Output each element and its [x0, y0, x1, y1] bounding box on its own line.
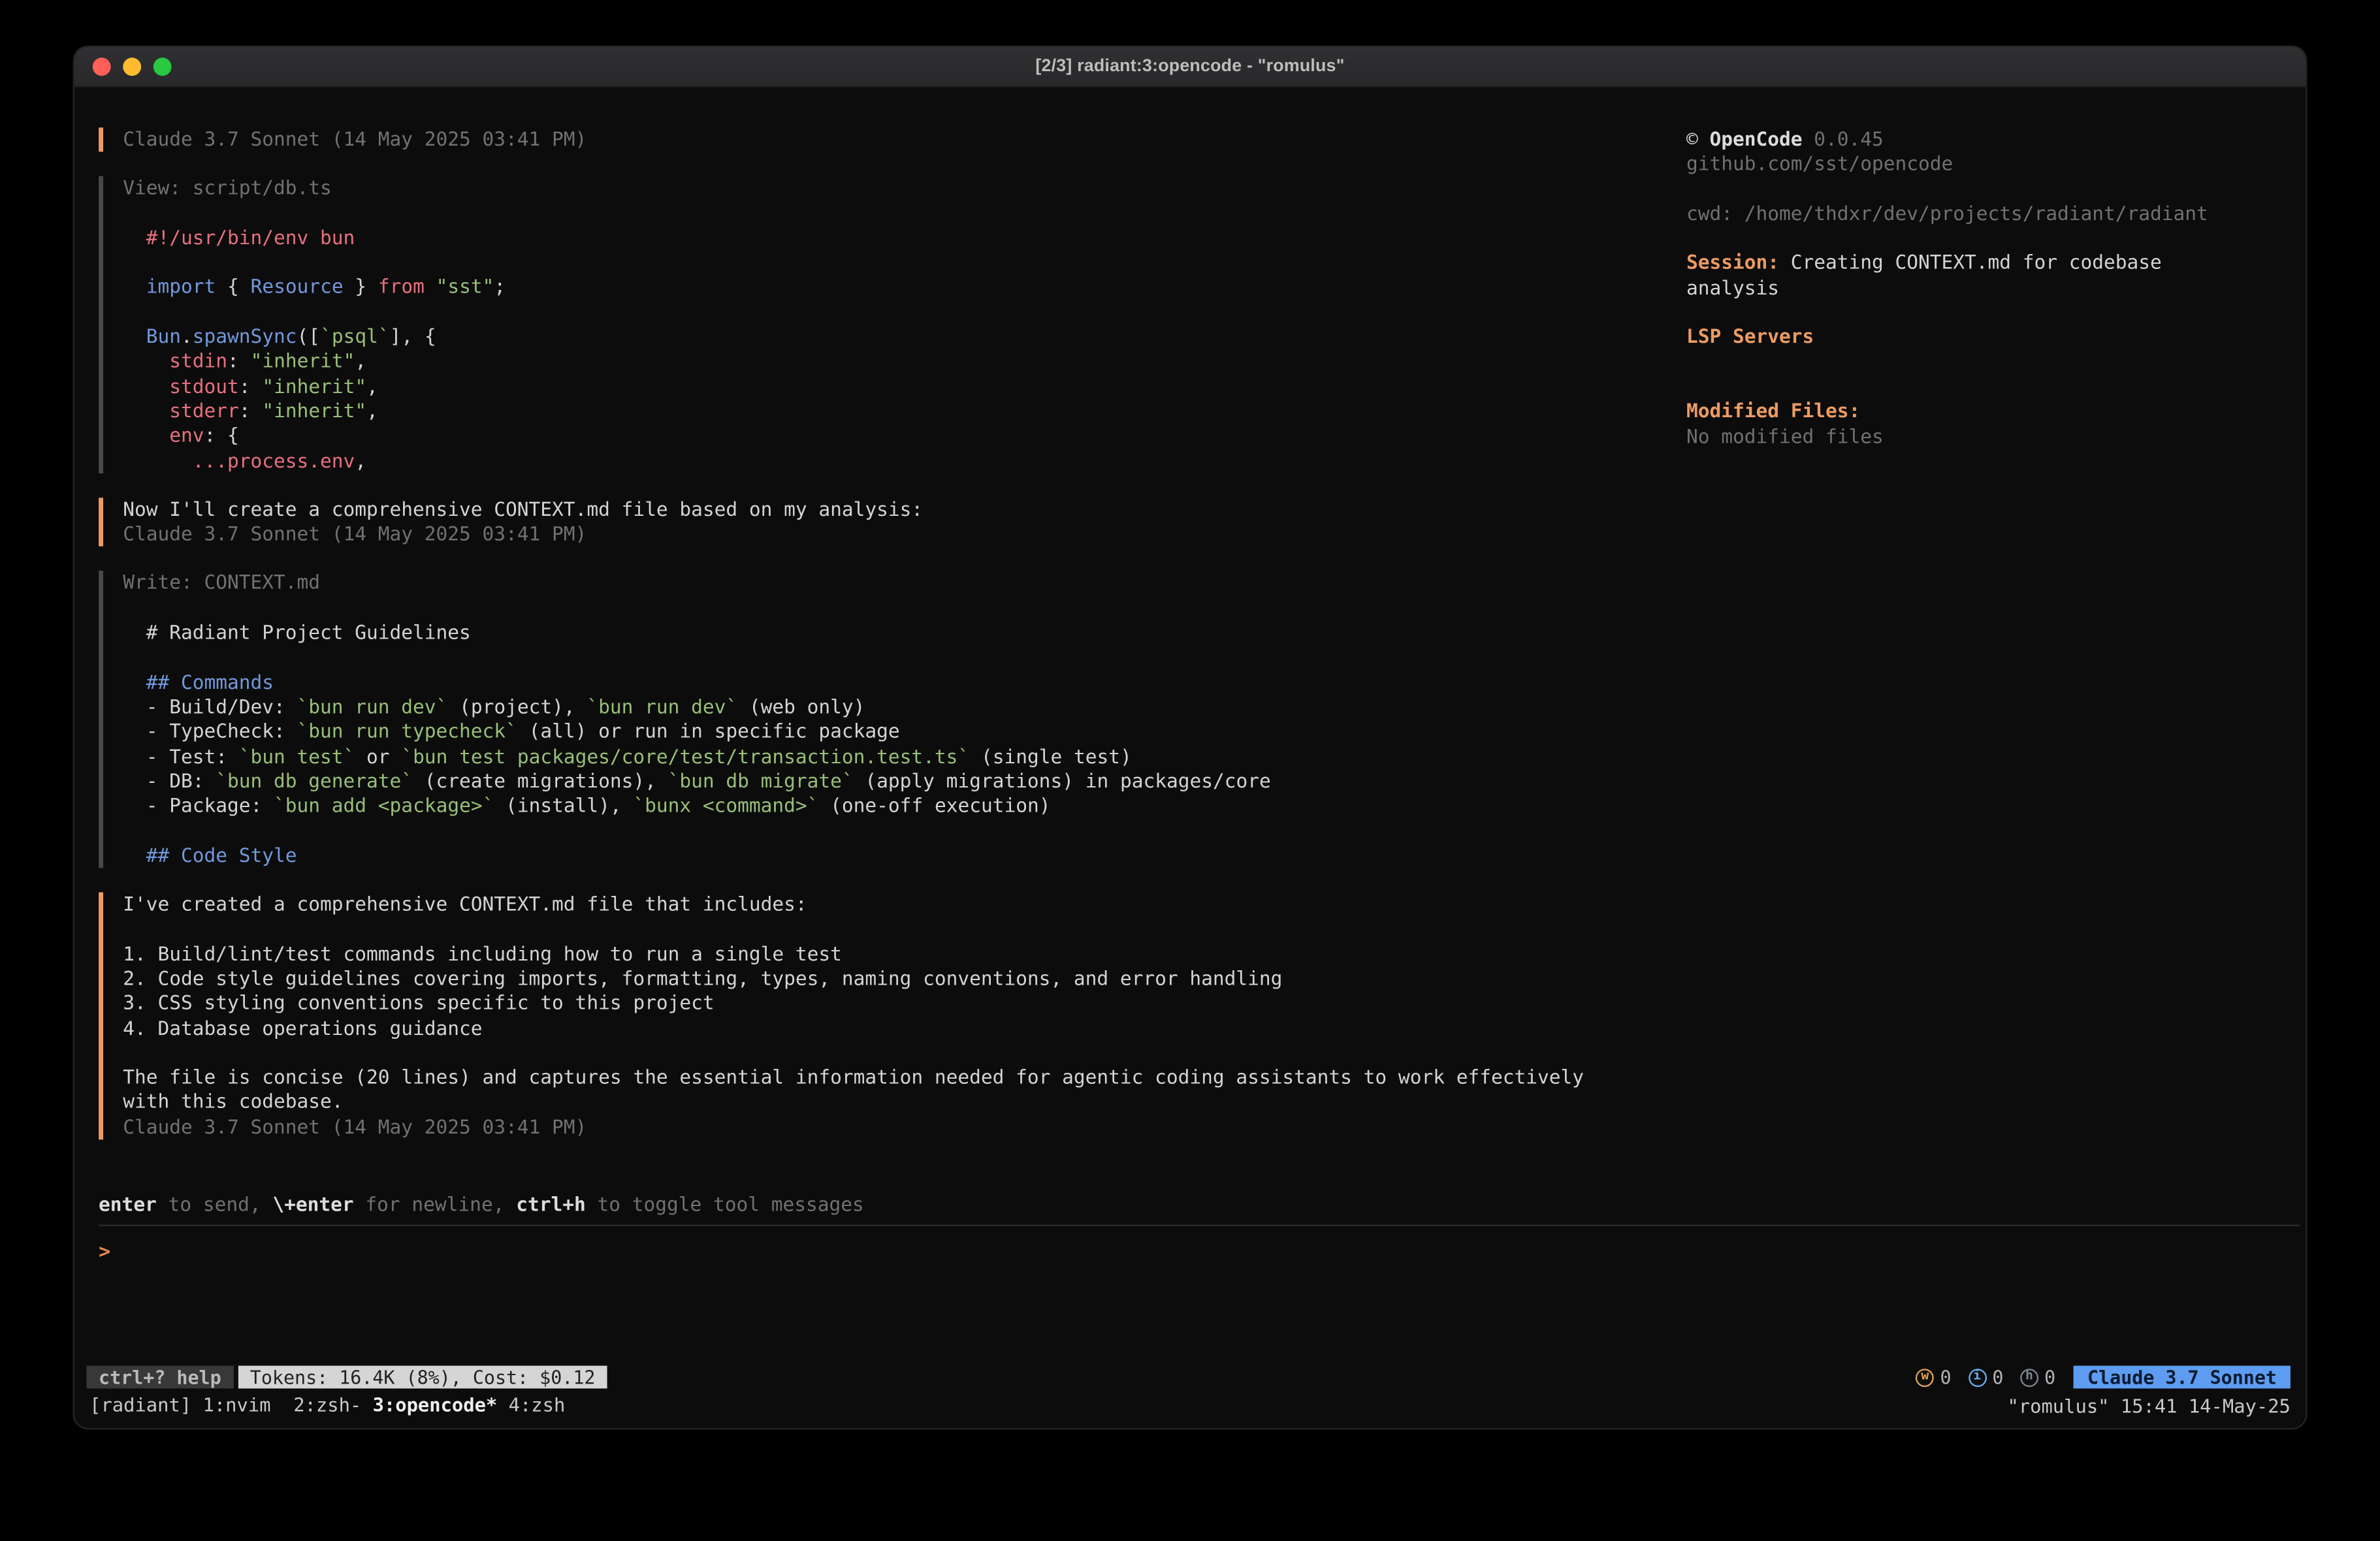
text-line: [1686, 227, 2281, 251]
text-line: [radiant] 1:nvim 2:zsh- 3:opencode* 4:zs…: [89, 1393, 565, 1417]
hint-count-value: 0: [2044, 1367, 2055, 1388]
text-line: 3. CSS styling conventions specific to t…: [123, 991, 1686, 1016]
text-line: ## Commands: [123, 670, 1686, 695]
text-line: stdout: "inherit",: [123, 374, 1686, 399]
text-line: [1686, 375, 2281, 400]
text-line: env: {: [123, 424, 1686, 449]
text-line: Now I'll create a comprehensive CONTEXT.…: [123, 498, 1686, 522]
text-line: Claude 3.7 Sonnet (14 May 2025 03:41 PM): [123, 1115, 1686, 1139]
text-line: The file is concise (20 lines) and captu…: [123, 1066, 1686, 1090]
text-line: © OpenCode 0.0.45: [1686, 127, 2281, 152]
session-sidebar: © OpenCode 0.0.45github.com/sst/opencode…: [1686, 127, 2281, 449]
text-line: [123, 596, 1686, 621]
text-line: #!/usr/bin/env bun: [123, 226, 1686, 251]
text-line: import { Resource } from "sst";: [123, 276, 1686, 300]
text-line: [123, 201, 1686, 226]
text-line: [123, 645, 1686, 670]
text-line: - Test: `bun test` or `bun test packages…: [123, 744, 1686, 769]
hints-count: h 0: [2020, 1367, 2055, 1388]
text-line: cwd: /home/thdxr/dev/projects/radiant/ra…: [1686, 202, 2281, 227]
diagnostics-counts: w 0 i 0 h 0: [1916, 1367, 2055, 1388]
tool-view-block-db-ts: View: script/db.ts #!/usr/bin/env bun im…: [99, 176, 1686, 473]
text-line: [123, 917, 1686, 942]
model-badge: Claude 3.7 Sonnet: [2074, 1366, 2291, 1389]
input-divider: [99, 1224, 2300, 1226]
text-line: github.com/sst/opencode: [1686, 152, 2281, 177]
desktop: [2/3] radiant:3:opencode - "romulus" Cla…: [0, 0, 2380, 1541]
assistant-message-2: Now I'll create a comprehensive CONTEXT.…: [99, 498, 1686, 547]
info-count: i 0: [1968, 1367, 2003, 1388]
assistant-message-3: I've created a comprehensive CONTEXT.md …: [99, 893, 1686, 1140]
minimize-button-icon[interactable]: [123, 57, 141, 76]
text-line: 2. Code style guidelines covering import…: [123, 966, 1686, 991]
info-icon: i: [1968, 1368, 1986, 1386]
text-line: - Build/Dev: `bun run dev` (project), `b…: [123, 695, 1686, 720]
keybind-hints: enter to send, \+enter for newline, ctrl…: [99, 1193, 864, 1218]
tmux-host-clock: "romulus" 15:41 14-May-25: [2007, 1394, 2290, 1417]
zoom-button-icon[interactable]: [153, 57, 172, 76]
text-line: Claude 3.7 Sonnet (14 May 2025 03:41 PM): [123, 522, 1686, 547]
warning-count-value: 0: [1940, 1367, 1952, 1388]
text-line: [1686, 300, 2281, 325]
text-line: LSP Servers: [1686, 325, 2281, 350]
text-line: [1686, 350, 2281, 375]
text-line: [123, 300, 1686, 325]
tmux-status-line: [radiant] 1:nvim 2:zsh- 3:opencode* 4:zs…: [89, 1393, 2291, 1417]
text-line: stderr: "inherit",: [123, 399, 1686, 424]
text-line: 4. Database operations guidance: [123, 1016, 1686, 1041]
text-line: - TypeCheck: `bun run typecheck` (all) o…: [123, 720, 1686, 744]
text-line: Bun.spawnSync([`psql`], {: [123, 325, 1686, 350]
text-line: ...process.env,: [123, 449, 1686, 473]
prompt-input[interactable]: >: [99, 1238, 110, 1265]
text-line: [123, 251, 1686, 276]
assistant-message-meta-1: Claude 3.7 Sonnet (14 May 2025 03:41 PM): [99, 127, 1686, 152]
help-keybind-badge: ctrl+? help: [86, 1366, 233, 1389]
warning-icon: w: [1916, 1368, 1934, 1386]
text-line: enter to send, \+enter for newline, ctrl…: [99, 1193, 864, 1218]
chat-log: Claude 3.7 Sonnet (14 May 2025 03:41 PM)…: [99, 127, 1686, 1164]
hint-icon: h: [2020, 1368, 2038, 1386]
info-count-value: 0: [1992, 1367, 2003, 1388]
text-line: I've created a comprehensive CONTEXT.md …: [123, 893, 1686, 917]
window-title: [2/3] radiant:3:opencode - "romulus": [1035, 57, 1344, 76]
tokens-cost-badge: Tokens: 16.4K (8%), Cost: $0.12: [238, 1366, 607, 1389]
window-titlebar: [2/3] radiant:3:opencode - "romulus": [74, 47, 2306, 88]
opencode-tui: Claude 3.7 Sonnet (14 May 2025 03:41 PM)…: [74, 88, 2306, 1429]
close-button-icon[interactable]: [93, 57, 111, 76]
text-line: Modified Files:: [1686, 400, 2281, 424]
text-line: [123, 819, 1686, 844]
tmux-session-windows: [radiant] 1:nvim 2:zsh- 3:opencode* 4:zs…: [89, 1393, 565, 1417]
prompt-chevron-icon: >: [99, 1241, 110, 1264]
text-line: analysis: [1686, 276, 2281, 300]
text-line: Write: CONTEXT.md: [123, 571, 1686, 596]
text-line: with this codebase.: [123, 1090, 1686, 1115]
text-line: stdin: "inherit",: [123, 349, 1686, 374]
status-bar: ctrl+? help Tokens: 16.4K (8%), Cost: $0…: [86, 1366, 2290, 1389]
text-line: Claude 3.7 Sonnet (14 May 2025 03:41 PM): [123, 127, 1686, 152]
text-line: Session: Creating CONTEXT.md for codebas…: [1686, 251, 2281, 276]
text-line: - Package: `bun add <package>` (install)…: [123, 794, 1686, 819]
tool-write-block-context-md: Write: CONTEXT.md # Radiant Project Guid…: [99, 571, 1686, 868]
terminal-window: [2/3] radiant:3:opencode - "romulus" Cla…: [73, 46, 2308, 1429]
text-line: [123, 1041, 1686, 1066]
warnings-count: w 0: [1916, 1367, 1951, 1388]
traffic-lights: [93, 47, 172, 86]
text-line: ## Code Style: [123, 843, 1686, 868]
text-line: # Radiant Project Guidelines: [123, 621, 1686, 646]
text-line: No modified files: [1686, 424, 2281, 449]
text-line: - DB: `bun db generate` (create migratio…: [123, 769, 1686, 794]
text-line: View: script/db.ts: [123, 176, 1686, 201]
text-line: 1. Build/lint/test commands including ho…: [123, 942, 1686, 966]
text-line: [1686, 177, 2281, 202]
